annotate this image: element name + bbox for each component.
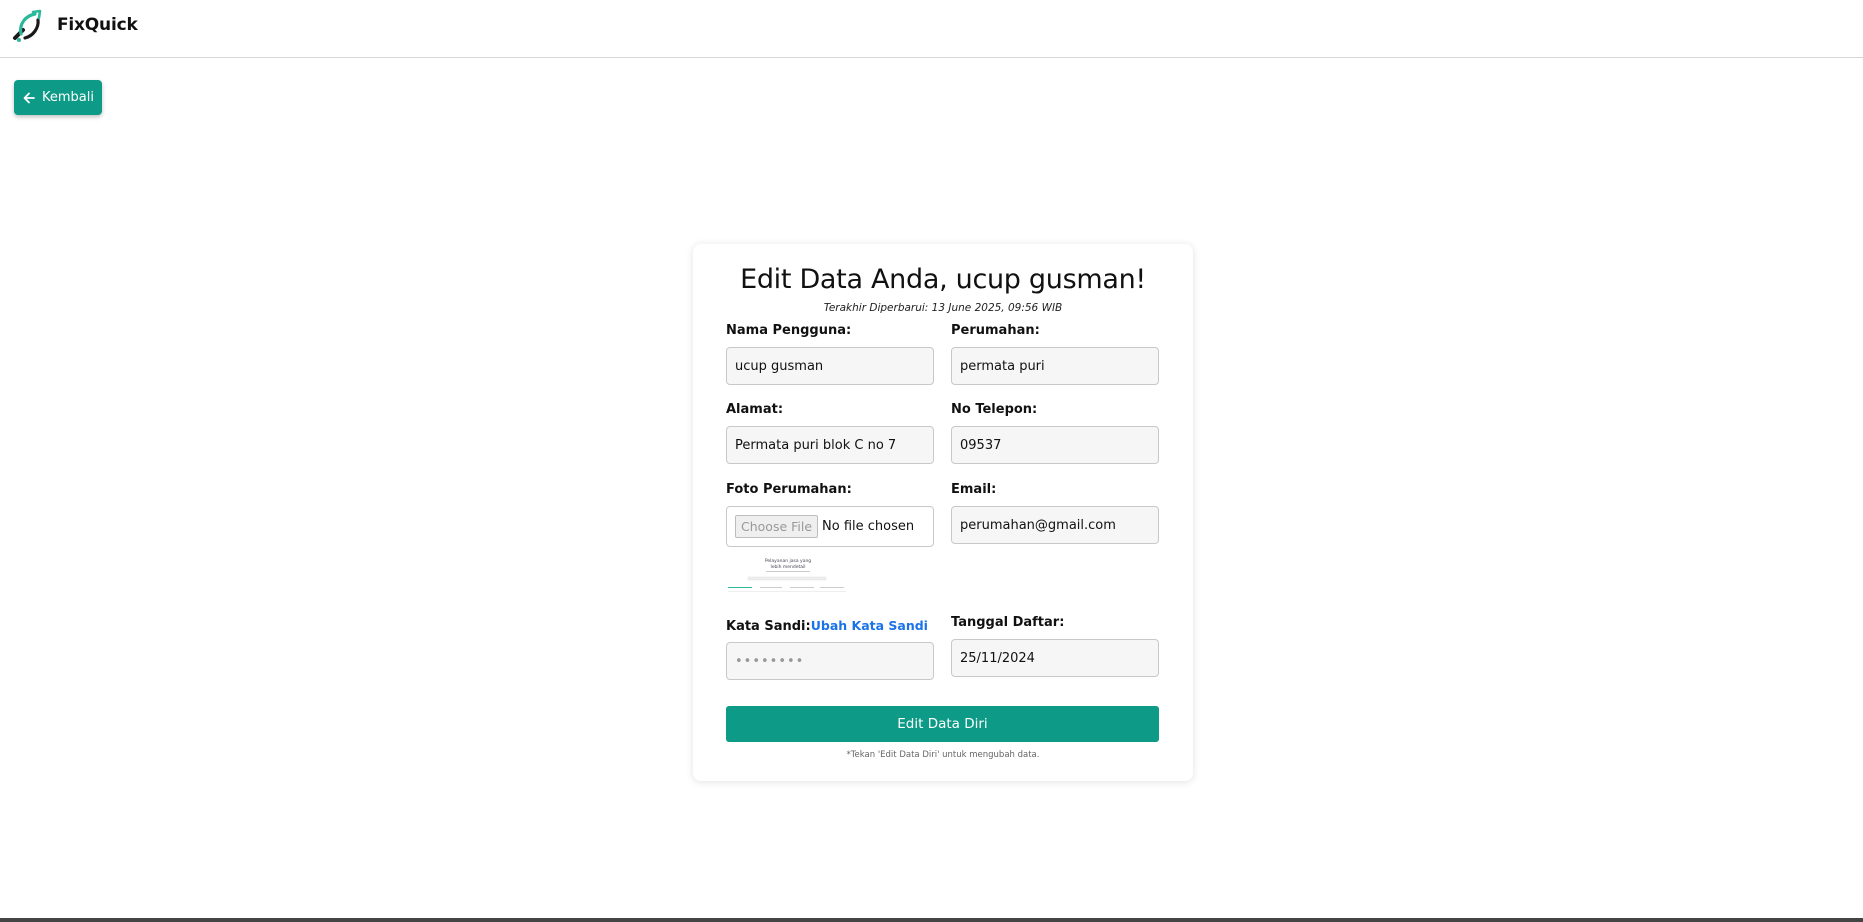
- edit-profile-card: Edit Data Anda, ucup gusman! Terakhir Di…: [693, 244, 1193, 781]
- file-status-text: No file chosen: [822, 519, 915, 534]
- page-title: Edit Data Anda, ucup gusman!: [740, 264, 1146, 295]
- top-header: FixQuick: [0, 0, 1863, 58]
- kata-sandi-label-row: Kata Sandi:Ubah Kata Sandi: [726, 618, 928, 634]
- back-button-label: Kembali: [42, 90, 94, 105]
- nama-pengguna-label: Nama Pengguna:: [726, 323, 852, 338]
- tanggal-daftar-label: Tanggal Daftar:: [951, 615, 1065, 630]
- no-telepon-label: No Telepon:: [951, 402, 1038, 417]
- email-input[interactable]: perumahan@gmail.com: [951, 506, 1159, 544]
- foto-perumahan-thumbnail: Pelayanan jasa yang lebih mendetail: [726, 555, 848, 595]
- brand-name[interactable]: FixQuick: [57, 15, 138, 35]
- nama-pengguna-input[interactable]: ucup gusman: [726, 347, 934, 385]
- thumbnail-text-line-2: lebih mendetail: [770, 564, 805, 570]
- no-telepon-input[interactable]: 09537: [951, 426, 1159, 464]
- edit-data-diri-button[interactable]: Edit Data Diri: [726, 706, 1159, 742]
- alamat-input[interactable]: Permata puri blok C no 7: [726, 426, 934, 464]
- helper-note: *Tekan 'Edit Data Diri' untuk mengubah d…: [846, 750, 1040, 760]
- thumbnail-text-line-1: Pelayanan jasa yang: [765, 558, 811, 564]
- kata-sandi-label: Kata Sandi:: [726, 619, 811, 634]
- tanggal-daftar-input[interactable]: 25/11/2024: [951, 639, 1159, 677]
- bottom-edge: [0, 918, 1863, 922]
- foto-perumahan-file-input[interactable]: Choose File No file chosen: [726, 506, 934, 547]
- back-button[interactable]: Kembali: [14, 80, 102, 115]
- fixquick-logo-icon[interactable]: [9, 8, 45, 44]
- email-label: Email:: [951, 482, 997, 497]
- foto-perumahan-label: Foto Perumahan:: [726, 482, 852, 497]
- last-updated-text: Terakhir Diperbarui: 13 June 2025, 09:56…: [823, 302, 1063, 314]
- ubah-kata-sandi-link[interactable]: Ubah Kata Sandi: [811, 618, 928, 633]
- arrow-left-icon: [23, 92, 35, 103]
- perumahan-input[interactable]: permata puri: [951, 347, 1159, 385]
- choose-file-button[interactable]: Choose File: [735, 515, 819, 538]
- perumahan-label: Perumahan:: [951, 323, 1040, 338]
- alamat-label: Alamat:: [726, 402, 784, 417]
- kata-sandi-input[interactable]: ••••••••: [726, 642, 934, 680]
